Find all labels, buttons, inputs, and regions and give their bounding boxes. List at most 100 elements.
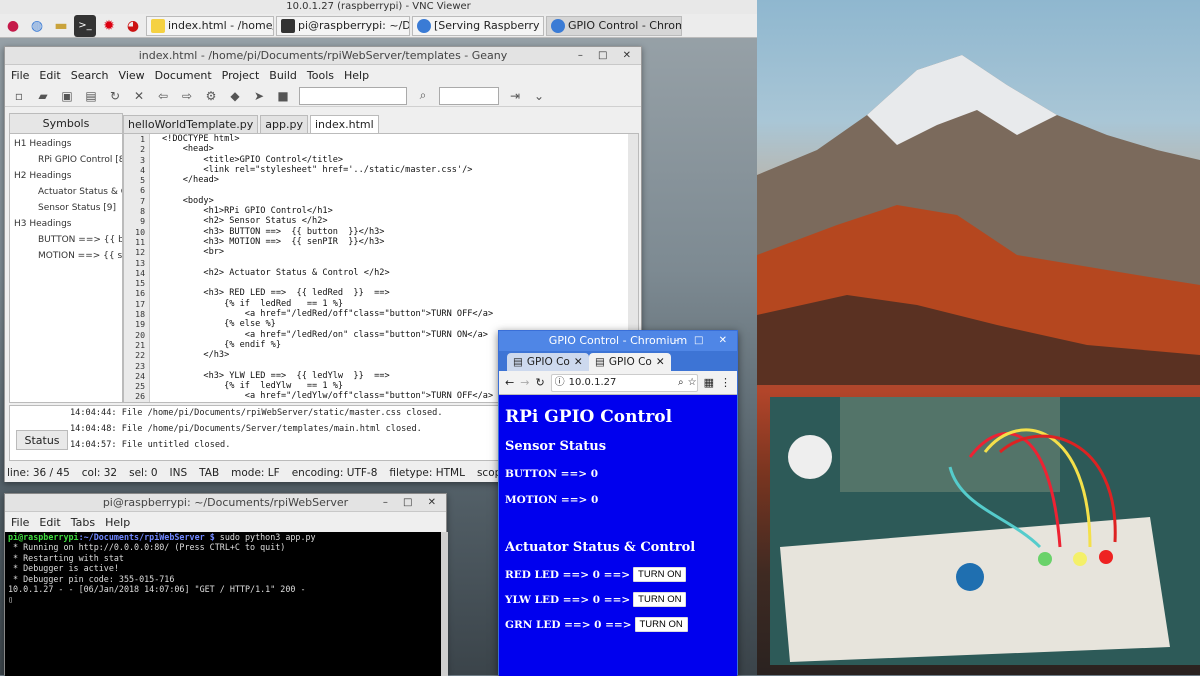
build-icon[interactable]: ◆ bbox=[227, 89, 243, 103]
symbol-item[interactable]: RPi GPIO Control [8] bbox=[14, 152, 122, 168]
chromium-title: GPIO Control - Chromium bbox=[548, 334, 688, 347]
symbol-group[interactable]: H3 Headings bbox=[14, 216, 122, 232]
line-number: 19 bbox=[135, 319, 145, 330]
tab-symbols[interactable]: Symbols bbox=[10, 114, 122, 134]
task-gpio-control[interactable]: GPIO Control - Chrom... bbox=[546, 15, 682, 36]
url-input[interactable]: ⓘ 10.0.1.27 ⌕ ☆ bbox=[550, 373, 698, 392]
tab-label: GPIO Co bbox=[526, 356, 570, 368]
menu-file[interactable]: File bbox=[11, 69, 29, 82]
line-number: 18 bbox=[135, 309, 145, 320]
menu-tools[interactable]: Tools bbox=[307, 69, 334, 82]
line-number: 22 bbox=[135, 350, 145, 361]
line-number: 24 bbox=[135, 370, 145, 381]
menu-build[interactable]: Build bbox=[269, 69, 297, 82]
line-number: 2 bbox=[140, 144, 145, 155]
bookmark-star-icon[interactable]: ☆ bbox=[688, 375, 697, 391]
line-number: 23 bbox=[135, 360, 145, 371]
search-icon[interactable]: ⌕ bbox=[678, 375, 684, 391]
ylw-led-button[interactable]: TURN ON bbox=[633, 592, 687, 607]
extension-icon[interactable]: ▦ bbox=[704, 376, 714, 389]
task-label: index.html - /home/pi/... bbox=[168, 19, 274, 32]
tab-app-py[interactable]: app.py bbox=[260, 115, 308, 133]
prompt-user: pi@raspberrypi bbox=[8, 532, 79, 542]
task-serving[interactable]: [Serving Raspberry Pi... bbox=[412, 15, 544, 36]
back-icon[interactable]: ← bbox=[505, 376, 514, 389]
status-tab-mode: TAB bbox=[199, 467, 220, 479]
symbol-item[interactable]: MOTION ==> {{ se bbox=[14, 248, 122, 264]
task-geany[interactable]: index.html - /home/pi/... bbox=[146, 15, 274, 36]
red-led-button[interactable]: TURN ON bbox=[633, 567, 687, 582]
menu-search[interactable]: Search bbox=[71, 69, 109, 82]
task-terminal[interactable]: pi@raspberrypi: ~/Do... bbox=[276, 15, 410, 36]
chevron-down-icon[interactable]: ⌄ bbox=[531, 89, 547, 103]
symbol-group[interactable]: H2 Headings bbox=[14, 168, 122, 184]
save-icon[interactable]: ▣ bbox=[59, 89, 75, 103]
save-all-icon[interactable]: ▤ bbox=[83, 89, 99, 103]
page-icon: ▤ bbox=[513, 356, 523, 368]
tab-status[interactable]: Status bbox=[16, 430, 68, 450]
close-icon[interactable]: ✕ bbox=[656, 353, 665, 371]
breadboard-photo bbox=[770, 397, 1200, 665]
window-controls[interactable]: – □ ✕ bbox=[674, 331, 733, 351]
color-chooser-icon[interactable]: ■ bbox=[275, 89, 291, 103]
page-icon: ▤ bbox=[595, 356, 605, 368]
browser-tab-active[interactable]: ▤ GPIO Co ✕ bbox=[589, 353, 671, 371]
menu-file[interactable]: File bbox=[11, 516, 29, 529]
tab-index-html[interactable]: index.html bbox=[310, 115, 379, 133]
math-icon[interactable]: ✹ bbox=[98, 15, 120, 37]
goto-line-input[interactable] bbox=[439, 86, 499, 105]
actuator-heading: Actuator Status & Control bbox=[505, 540, 696, 555]
wolfram-icon[interactable]: ◕ bbox=[122, 15, 144, 37]
open-file-icon[interactable]: ▰ bbox=[35, 89, 51, 103]
menu-help[interactable]: Help bbox=[105, 516, 130, 529]
symbol-group[interactable]: H1 Headings bbox=[14, 136, 122, 152]
back-icon[interactable]: ⇦ bbox=[155, 89, 171, 103]
symbol-item[interactable]: Sensor Status [9] bbox=[14, 200, 122, 216]
file-manager-icon[interactable]: ▬ bbox=[50, 15, 72, 37]
run-icon[interactable]: ➤ bbox=[251, 89, 267, 103]
chromium-task-icon bbox=[551, 18, 565, 33]
window-controls[interactable]: – □ ✕ bbox=[383, 494, 442, 512]
menu-project[interactable]: Project bbox=[222, 69, 260, 82]
menu-tabs[interactable]: Tabs bbox=[71, 516, 95, 529]
code-line: <h3> BUTTON ==> {{ button }}</h3> bbox=[162, 226, 385, 237]
grn-led-button[interactable]: TURN ON bbox=[634, 617, 688, 632]
line-number: 8 bbox=[140, 206, 145, 217]
revert-icon[interactable]: ↻ bbox=[107, 89, 123, 103]
line-number: 12 bbox=[135, 247, 145, 258]
line-number: 10 bbox=[135, 226, 145, 237]
menu-document[interactable]: Document bbox=[155, 69, 212, 82]
browser-globe-icon[interactable]: ◍ bbox=[26, 15, 48, 37]
terminal-icon[interactable]: >_ bbox=[74, 14, 96, 37]
symbol-item[interactable]: Actuator Status & C bbox=[14, 184, 122, 200]
symbol-item[interactable]: BUTTON ==> {{ bu bbox=[14, 232, 122, 248]
menu-edit[interactable]: Edit bbox=[39, 516, 60, 529]
info-icon: ⓘ bbox=[554, 376, 565, 388]
forward-icon[interactable]: → bbox=[520, 376, 529, 389]
menu-view[interactable]: View bbox=[119, 69, 145, 82]
terminal-scrollbar[interactable] bbox=[441, 532, 448, 676]
close-icon[interactable]: ✕ bbox=[574, 353, 583, 371]
code-line: <a href="/ledRed/off"class="button">TURN… bbox=[162, 309, 494, 320]
code-line: <h3> MOTION ==> {{ senPIR }}</h3> bbox=[162, 236, 385, 247]
reload-icon[interactable]: ↻ bbox=[535, 376, 544, 389]
compile-icon[interactable]: ⚙ bbox=[203, 89, 219, 103]
browser-tab[interactable]: ▤ GPIO Co ✕ bbox=[507, 353, 589, 371]
tab-helloworldtemplate[interactable]: helloWorldTemplate.py bbox=[123, 115, 259, 133]
menu-dots-icon[interactable]: ⋮ bbox=[720, 376, 731, 389]
window-controls[interactable]: – □ ✕ bbox=[578, 47, 637, 65]
close-file-icon[interactable]: ✕ bbox=[131, 89, 147, 103]
search-input[interactable] bbox=[299, 86, 407, 105]
code-line: <br> bbox=[162, 247, 225, 258]
line-number: 5 bbox=[140, 175, 145, 186]
menu-edit[interactable]: Edit bbox=[39, 69, 60, 82]
terminal-output[interactable]: pi@raspberrypi:~/Documents/rpiWebServer … bbox=[5, 532, 441, 676]
forward-icon[interactable]: ⇨ bbox=[179, 89, 195, 103]
line-number: 21 bbox=[135, 339, 145, 350]
raspberry-menu-icon[interactable]: ● bbox=[2, 15, 24, 37]
jump-icon[interactable]: ⇥ bbox=[507, 89, 523, 103]
new-file-icon[interactable]: ▫ bbox=[11, 89, 27, 103]
menu-help[interactable]: Help bbox=[344, 69, 369, 82]
search-icon[interactable]: ⌕ bbox=[415, 88, 431, 103]
